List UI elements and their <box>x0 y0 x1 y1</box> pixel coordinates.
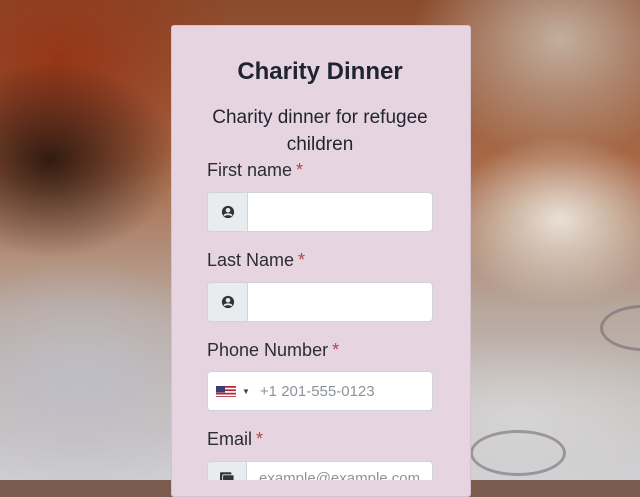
user-circle-icon <box>208 283 248 321</box>
last-name-label: Last Name * <box>207 250 305 271</box>
wine-glass <box>470 430 566 476</box>
phone-number-label: Phone Number * <box>207 340 339 361</box>
last-name-input-group <box>207 282 433 322</box>
email-label-text: Email <box>207 429 253 449</box>
required-marker: * <box>296 160 304 180</box>
first-name-label-text: First name <box>207 160 293 180</box>
first-name-input[interactable] <box>248 193 432 231</box>
first-name-label: First name * <box>207 160 303 181</box>
email-input-group <box>207 461 433 480</box>
user-circle-icon <box>208 193 248 231</box>
email-input[interactable] <box>247 462 432 480</box>
last-name-label-text: Last Name <box>207 250 295 270</box>
required-marker: * <box>332 340 340 360</box>
phone-number-input-group: ▼ <box>207 371 433 411</box>
country-code-dropdown[interactable]: ▼ <box>208 372 250 410</box>
page-subtitle: Charity dinner for refugee children <box>212 107 428 155</box>
address-card-icon <box>208 462 247 480</box>
required-marker: * <box>256 429 264 449</box>
phone-number-input[interactable] <box>249 372 432 410</box>
first-name-input-group <box>207 192 433 232</box>
chevron-down-icon: ▼ <box>242 386 250 396</box>
last-name-input[interactable] <box>248 283 432 321</box>
phone-number-label-text: Phone Number <box>207 340 329 360</box>
required-marker: * <box>298 250 306 270</box>
wine-glass <box>600 305 640 351</box>
email-label: Email * <box>207 429 263 450</box>
page-title: Charity Dinner <box>237 58 403 85</box>
us-flag-icon <box>216 385 236 397</box>
